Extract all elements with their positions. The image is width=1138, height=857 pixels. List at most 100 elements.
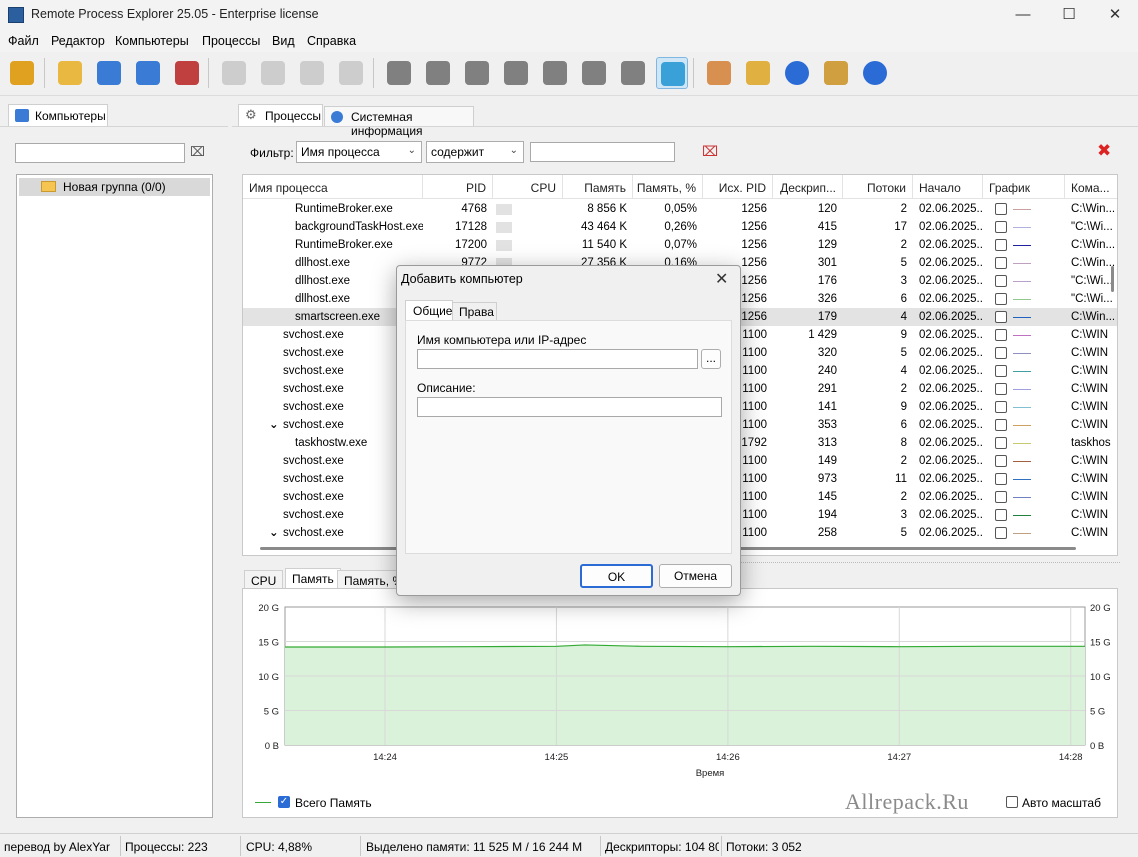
kill-process-icon[interactable] <box>296 57 328 89</box>
autoscale-checkbox[interactable] <box>1006 796 1018 808</box>
browse-button[interactable]: ... <box>701 349 721 369</box>
cell-memp: 0,26% <box>664 221 697 233</box>
menu-processes[interactable]: Процессы <box>202 34 260 48</box>
tab-memory[interactable]: Память <box>285 568 341 590</box>
computer-name-label: Имя компьютера или IP-адрес <box>417 333 587 347</box>
dialog-close-icon[interactable]: ✕ <box>715 269 728 289</box>
menu-editor[interactable]: Редактор <box>51 34 105 48</box>
column-header-threads[interactable]: Потоки <box>843 175 913 199</box>
column-header-cpu[interactable]: CPU <box>493 175 563 199</box>
menu-computers[interactable]: Компьютеры <box>115 34 189 48</box>
clear-filter-icon[interactable]: ⌧ <box>190 144 206 160</box>
add-service-icon-glyph <box>426 61 450 85</box>
help-icon[interactable] <box>781 57 813 89</box>
filter-icon[interactable] <box>656 57 688 89</box>
tab-cpu[interactable]: CPU <box>244 570 284 590</box>
dialog-tab-rights[interactable]: Права <box>453 302 497 320</box>
dialog-tab-general[interactable]: Общие <box>405 300 453 320</box>
graph-checkbox[interactable] <box>995 455 1007 467</box>
minimize-button[interactable]: — <box>1000 0 1046 30</box>
graph-checkbox[interactable] <box>995 401 1007 413</box>
column-header-handles[interactable]: Дескрип... <box>773 175 843 199</box>
graph-checkbox[interactable] <box>995 527 1007 539</box>
graph-checkbox[interactable] <box>995 275 1007 287</box>
description-input[interactable] <box>417 397 722 417</box>
graph-color-line <box>1013 263 1031 264</box>
vertical-scrollbar[interactable] <box>1111 266 1114 292</box>
graph-checkbox[interactable] <box>995 239 1007 251</box>
menu-help[interactable]: Справка <box>307 34 356 48</box>
column-header-ppid[interactable]: Исх. PID <box>703 175 773 199</box>
expand-chevron-icon[interactable]: ⌄ <box>269 416 279 434</box>
service-priority-icon[interactable] <box>500 57 532 89</box>
home-icon[interactable] <box>820 57 852 89</box>
edit-computer-icon[interactable] <box>132 57 164 89</box>
kill-tree-icon[interactable] <box>335 57 367 89</box>
column-header-start[interactable]: Начало <box>913 175 983 199</box>
cancel-button[interactable]: Отмена <box>659 564 732 588</box>
menu-file[interactable]: Файл <box>8 34 39 48</box>
graph-checkbox[interactable] <box>995 221 1007 233</box>
filter-op-select[interactable]: содержит ⌄ <box>426 141 524 163</box>
close-button[interactable]: ✕ <box>1092 0 1138 30</box>
window-title: Remote Process Explorer 25.05 - Enterpri… <box>31 7 319 21</box>
tree-item-group[interactable]: Новая группа (0/0) <box>19 178 210 196</box>
graph-checkbox[interactable] <box>995 491 1007 503</box>
graph-checkbox[interactable] <box>995 293 1007 305</box>
service-properties-icon[interactable] <box>617 57 649 89</box>
graph-checkbox[interactable] <box>995 365 1007 377</box>
graph-checkbox[interactable] <box>995 257 1007 269</box>
wizard-icon[interactable] <box>6 57 38 89</box>
service-settings-icon[interactable] <box>383 57 415 89</box>
remove-computer-icon[interactable] <box>171 57 203 89</box>
user-key-icon[interactable] <box>703 57 735 89</box>
ok-button[interactable]: OK <box>580 564 653 588</box>
find-service-icon[interactable] <box>539 57 571 89</box>
menu-view[interactable]: Вид <box>272 34 295 48</box>
computer-name-input[interactable] <box>417 349 698 369</box>
add-computer-icon[interactable] <box>93 57 125 89</box>
graph-checkbox[interactable] <box>995 509 1007 521</box>
computers-filter-input[interactable] <box>15 143 185 163</box>
tab-processes[interactable]: ⚙ Процессы <box>238 104 323 126</box>
table-row[interactable]: RuntimeBroker.exe 4768 8 856 K 0,05% 1256 120… <box>243 200 1117 218</box>
graph-checkbox[interactable] <box>995 347 1007 359</box>
clear-filter-icon[interactable]: ⌧ <box>702 143 718 160</box>
computers-tree[interactable]: Новая группа (0/0) <box>16 174 213 818</box>
tab-sysinfo[interactable]: Системная информация <box>324 106 474 138</box>
graph-checkbox[interactable] <box>995 419 1007 431</box>
graph-checkbox[interactable] <box>995 383 1007 395</box>
add-service-icon[interactable] <box>422 57 454 89</box>
graph-checkbox[interactable] <box>995 311 1007 323</box>
network-service-icon[interactable] <box>578 57 610 89</box>
run-process-icon[interactable] <box>218 57 250 89</box>
tools-icon[interactable] <box>742 57 774 89</box>
tab-computers[interactable]: Компьютеры <box>8 104 108 126</box>
graph-checkbox[interactable] <box>995 203 1007 215</box>
add-folder-icon[interactable] <box>54 57 86 89</box>
legend-checkbox[interactable]: ✓ <box>278 796 290 808</box>
run-as-icon-glyph <box>261 61 285 85</box>
network-service-icon-glyph <box>582 61 606 85</box>
maximize-button[interactable]: ☐ <box>1046 0 1092 30</box>
graph-checkbox[interactable] <box>995 329 1007 341</box>
column-header-pid[interactable]: PID <box>423 175 493 199</box>
expand-chevron-icon[interactable]: ⌄ <box>269 524 279 542</box>
close-filter-icon[interactable]: ✖ <box>1097 141 1111 161</box>
run-as-icon[interactable] <box>257 57 289 89</box>
column-header-cmd[interactable]: Кома... <box>1065 175 1117 199</box>
filter-field-select[interactable]: Имя процесса ⌄ <box>296 141 422 163</box>
filter-value-input[interactable] <box>530 142 675 162</box>
column-header-memp[interactable]: Память, % <box>633 175 703 199</box>
graph-checkbox[interactable] <box>995 473 1007 485</box>
graph-checkbox[interactable] <box>995 437 1007 449</box>
column-header-graph[interactable]: График <box>983 175 1065 199</box>
table-row[interactable]: RuntimeBroker.exe 17200 11 540 K 0,07% 1256 1… <box>243 236 1117 254</box>
column-header-name[interactable]: Имя процесса <box>243 175 423 199</box>
column-header-mem[interactable]: Память <box>563 175 633 199</box>
info-icon[interactable] <box>859 57 891 89</box>
cell-threads: 4 <box>900 365 907 377</box>
cell-threads: 5 <box>900 257 907 269</box>
remove-service-icon[interactable] <box>461 57 493 89</box>
table-row[interactable]: backgroundTaskHost.exe 17128 43 464 K 0,26%… <box>243 218 1117 236</box>
